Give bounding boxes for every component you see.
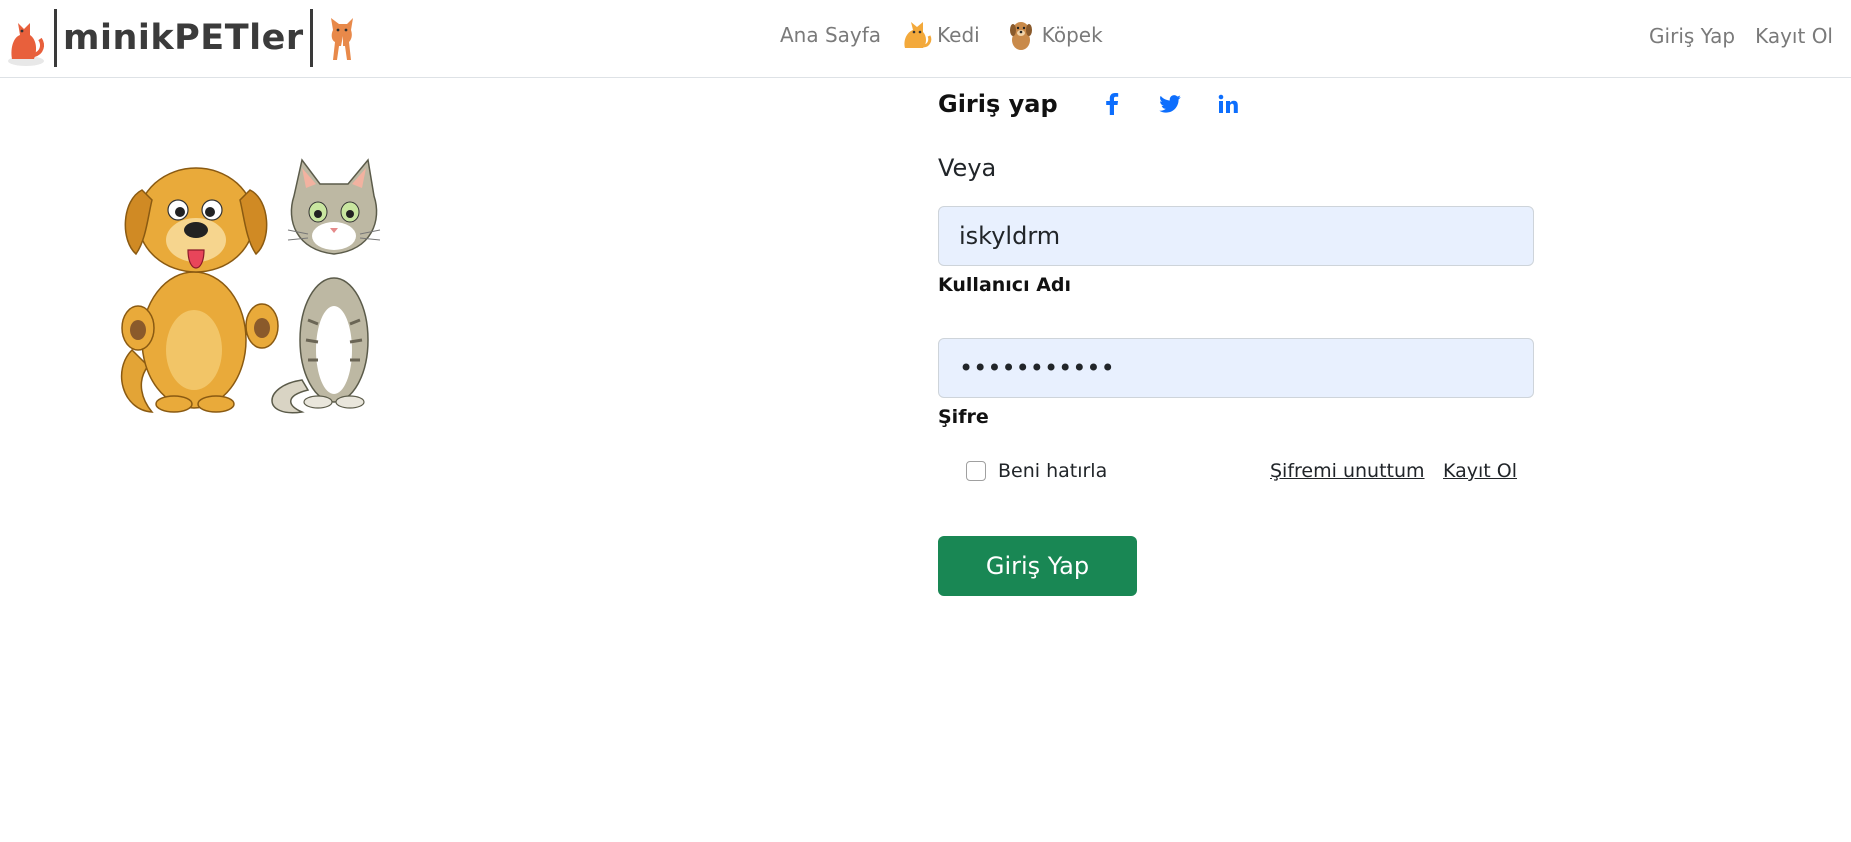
register-link[interactable]: Kayıt Ol <box>1443 460 1517 482</box>
remember-me[interactable]: Beni hatırla <box>966 460 1107 482</box>
linkedin-icon <box>1218 94 1238 113</box>
username-input[interactable] <box>938 206 1534 266</box>
brand-name: minikPETler <box>63 18 304 58</box>
password-input[interactable] <box>938 338 1534 398</box>
nav-cat-label: Kedi <box>937 23 980 47</box>
form-options-row: Beni hatırla Şifremi unuttum Kayıt Ol <box>938 460 1534 490</box>
nav-register-link[interactable]: Kayıt Ol <box>1755 24 1833 48</box>
brand-divider-right <box>309 9 313 67</box>
cat-icon <box>904 22 932 48</box>
login-form: Giriş yap Veya Kullanıcı Adı Şifre <box>938 84 1534 596</box>
facebook-button[interactable] <box>1100 92 1124 116</box>
brand-logo[interactable]: minikPETler <box>4 8 363 68</box>
social-login-title: Giriş yap <box>938 90 1058 118</box>
username-label: Kullanıcı Adı <box>938 274 1072 296</box>
facebook-icon <box>1105 93 1118 115</box>
username-group: Kullanıcı Adı <box>938 206 1534 296</box>
nav-login-link[interactable]: Giriş Yap <box>1649 24 1735 48</box>
linkedin-button[interactable] <box>1216 92 1240 116</box>
nav-cat-link[interactable]: Kedi <box>899 18 980 52</box>
remember-me-label: Beni hatırla <box>998 460 1108 482</box>
main-nav: Ana Sayfa Kedi Köpek <box>780 18 1103 52</box>
login-submit-button[interactable]: Giriş Yap <box>938 536 1137 596</box>
nav-home-label: Ana Sayfa <box>780 23 882 47</box>
forgot-password-link[interactable]: Şifremi unuttum <box>1270 460 1425 482</box>
nav-dog-link[interactable]: Köpek <box>1004 18 1103 52</box>
social-login-row: Giriş yap <box>938 84 1534 124</box>
password-label: Şifre <box>938 406 989 428</box>
nav-dog-label: Köpek <box>1041 23 1103 47</box>
dog-icon <box>1009 22 1032 50</box>
twitter-button[interactable] <box>1158 92 1182 116</box>
brand-divider <box>54 9 57 67</box>
navbar: minikPETler Ana Sayfa Kedi Köpek Giriş Y… <box>0 0 1851 78</box>
auth-nav: Giriş Yap Kayıt Ol <box>1629 24 1833 48</box>
dog-logo-icon <box>330 18 353 60</box>
password-group: Şifre <box>938 338 1534 428</box>
remember-me-checkbox[interactable] <box>966 461 986 481</box>
or-divider-text: Veya <box>938 154 997 182</box>
nav-home-link[interactable]: Ana Sayfa <box>780 23 881 47</box>
cat-logo-icon <box>8 23 44 66</box>
dog-and-cat-illustration <box>121 158 381 414</box>
twitter-icon <box>1158 95 1181 113</box>
